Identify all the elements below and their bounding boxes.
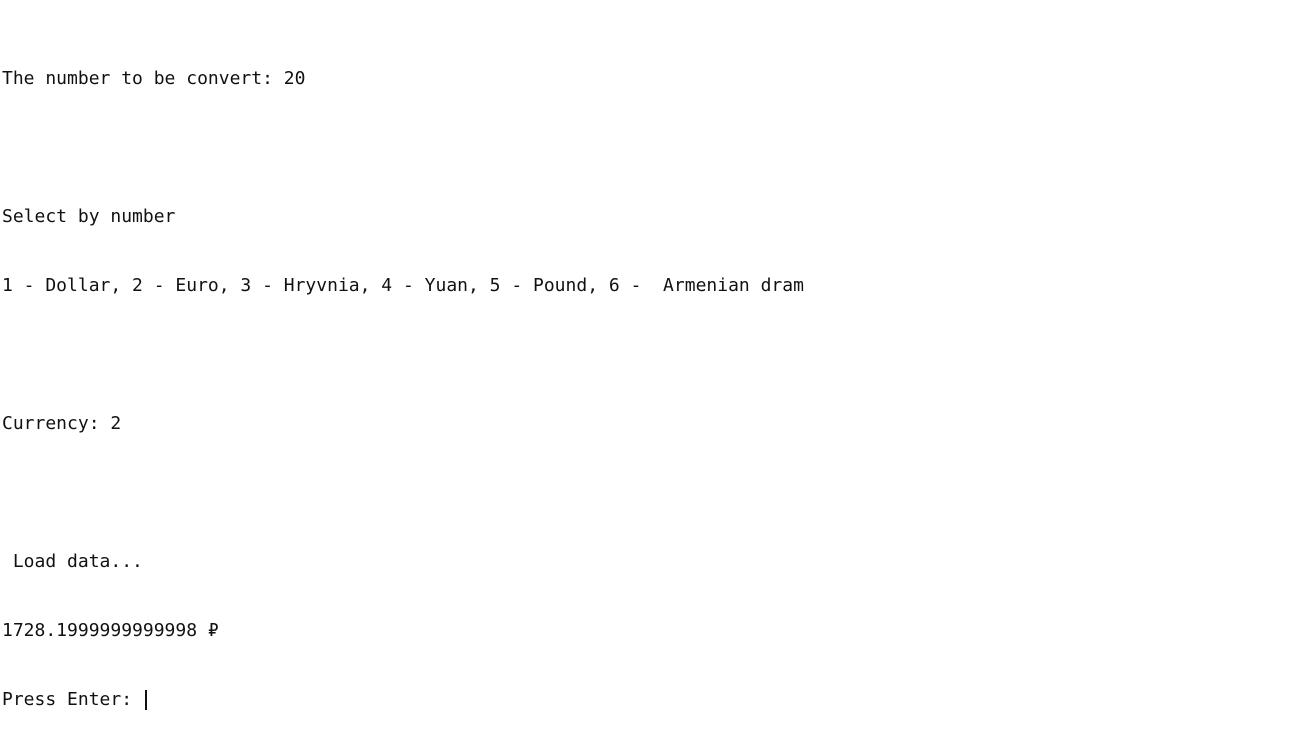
press-enter-line[interactable]: Press Enter: xyxy=(2,688,804,711)
currency-options-line: 1 - Dollar, 2 - Euro, 3 - Hryvnia, 4 - Y… xyxy=(2,275,804,296)
text-cursor[interactable] xyxy=(144,690,147,710)
loading-line: Load data... xyxy=(2,551,143,572)
currency-choice-line: Currency: 2 xyxy=(2,413,122,434)
press-enter-prompt: Press Enter: xyxy=(2,689,143,710)
select-header-line: Select by number xyxy=(2,206,176,227)
terminal-output: The number to be convert: 20 Select by n… xyxy=(2,21,804,734)
result-line: 1728.1999999999998 ₽ xyxy=(2,620,219,641)
number-prompt-line: The number to be convert: 20 xyxy=(2,68,306,89)
